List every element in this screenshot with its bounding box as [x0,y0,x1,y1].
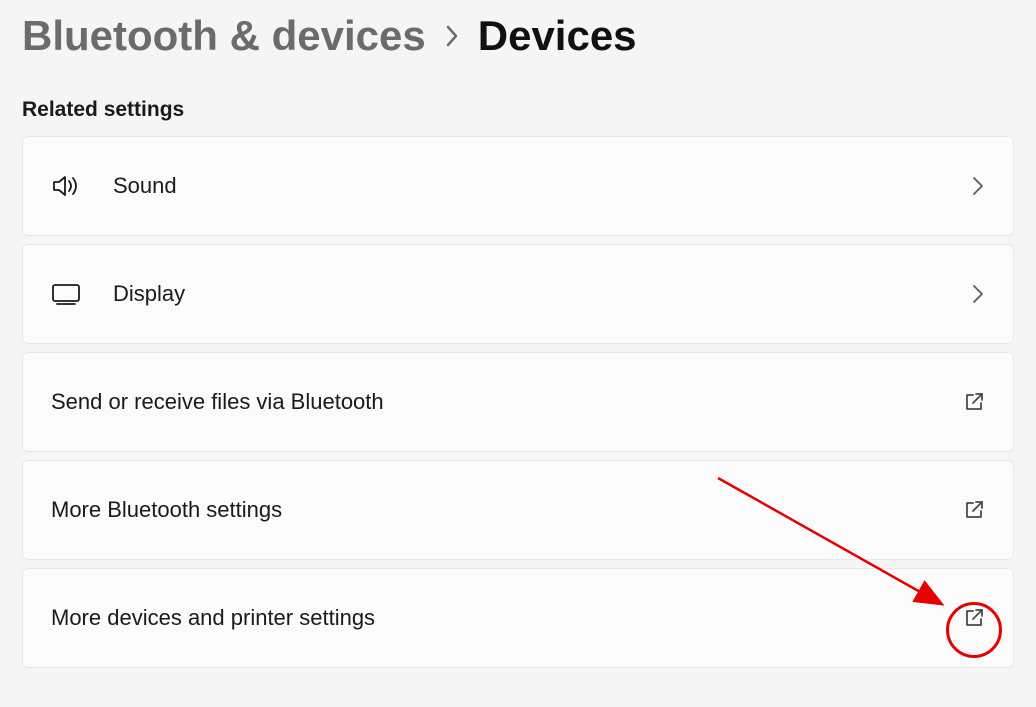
annotation-arrow [710,470,970,640]
sound-icon [51,173,81,199]
card-label: Send or receive files via Bluetooth [51,389,384,415]
card-label: Display [113,281,185,307]
card-bluetooth-files[interactable]: Send or receive files via Bluetooth [22,352,1014,452]
card-label: More Bluetooth settings [51,497,282,523]
breadcrumb-parent[interactable]: Bluetooth & devices [22,12,426,60]
card-label: Sound [113,173,177,199]
card-label: More devices and printer settings [51,605,375,631]
card-display[interactable]: Display [22,244,1014,344]
chevron-right-icon [444,23,460,49]
section-title: Related settings [0,80,1036,136]
card-sound[interactable]: Sound [22,136,1014,236]
chevron-right-icon [971,283,985,305]
open-external-icon [963,391,985,413]
breadcrumb: Bluetooth & devices Devices [0,12,1036,80]
display-icon [51,282,81,306]
chevron-right-icon [971,175,985,197]
breadcrumb-current: Devices [478,12,637,60]
